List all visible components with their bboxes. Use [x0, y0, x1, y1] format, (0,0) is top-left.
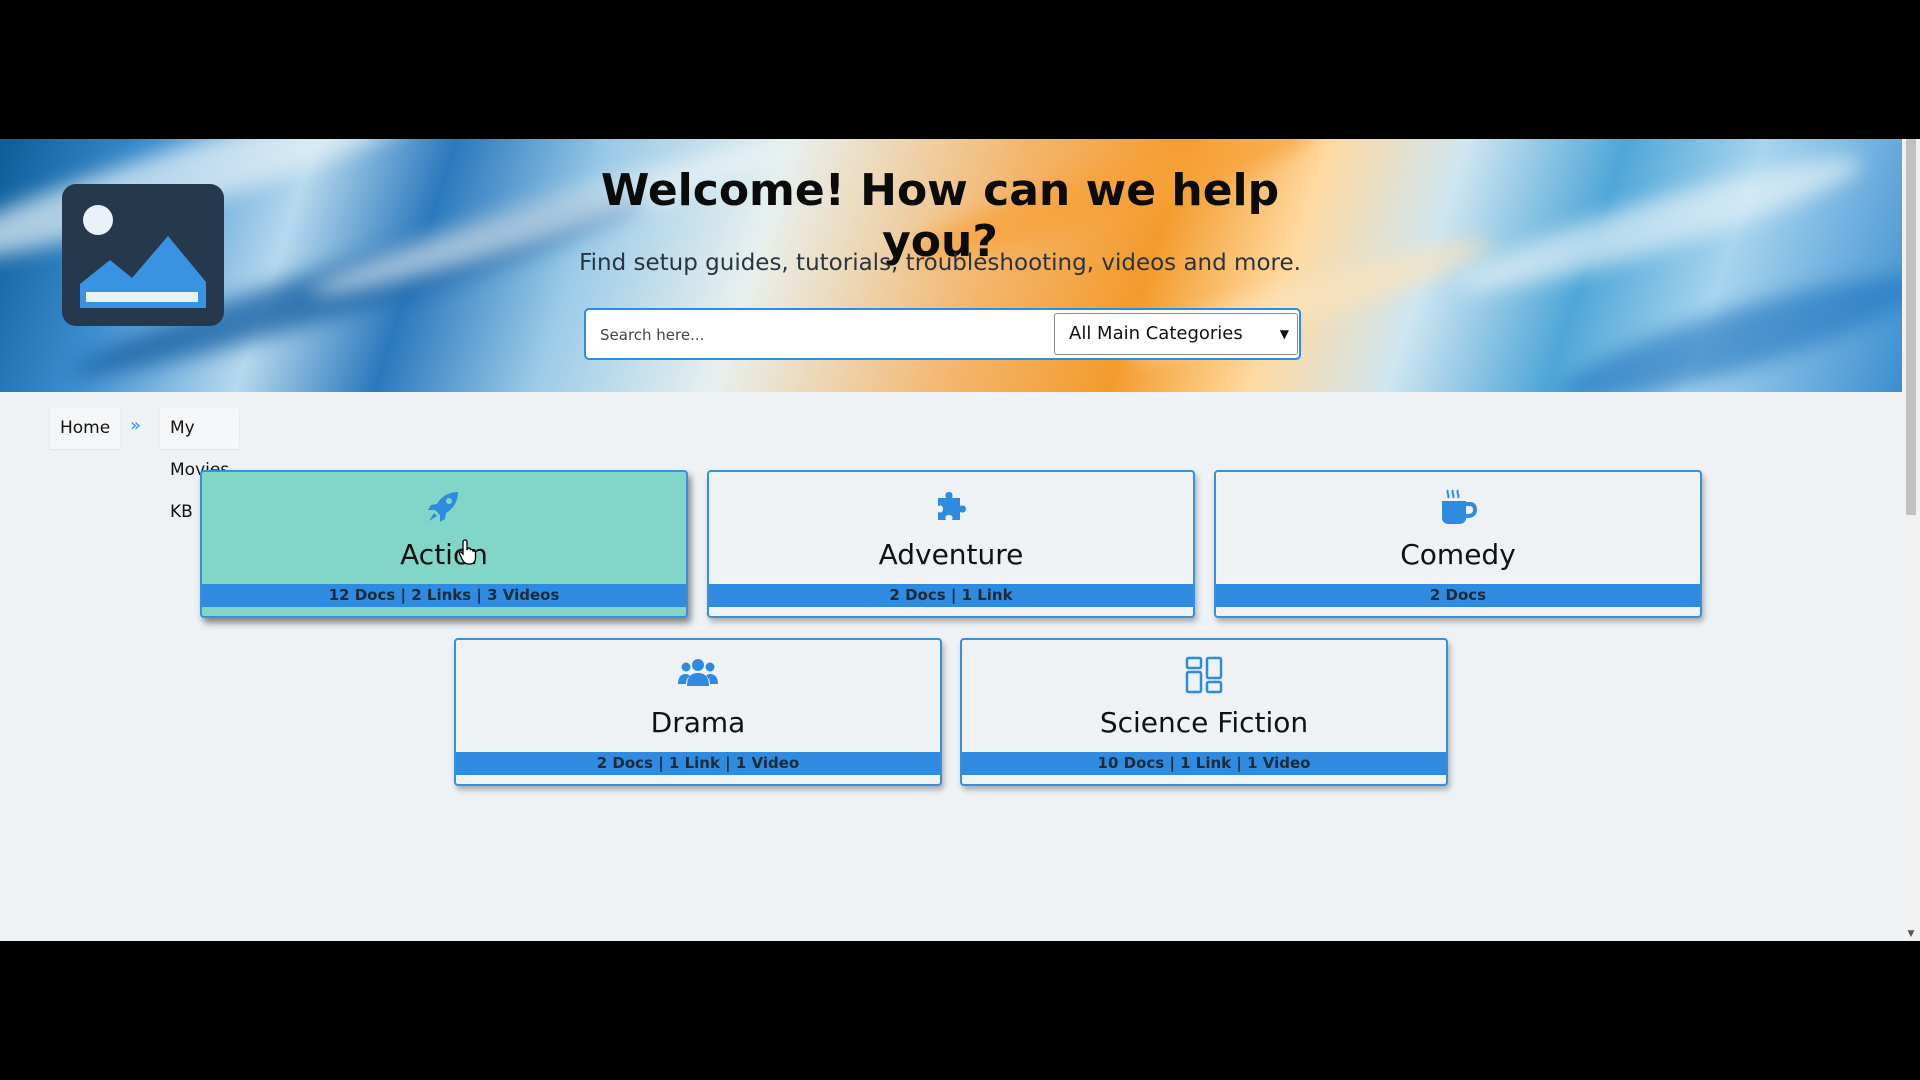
coffee-cup-icon [1442, 489, 1478, 524]
rocket-icon [428, 492, 458, 522]
dashboard-grid-icon [1185, 656, 1223, 694]
category-card-title: Action [400, 538, 488, 571]
category-card-action[interactable]: Action 12 Docs | 2 Links | 3 Videos [200, 470, 688, 618]
image-placeholder-icon [80, 205, 206, 308]
category-card-title: Adventure [878, 538, 1024, 571]
category-card-title: Drama [650, 706, 746, 739]
browser-viewport: Welcome! How can we help you? Find setup… [0, 139, 1920, 941]
search-input[interactable] [598, 318, 1032, 352]
hero-banner: Welcome! How can we help you? Find setup… [0, 139, 1902, 392]
category-card-stats: 10 Docs | 1 Link | 1 Video [962, 752, 1446, 775]
site-logo[interactable] [62, 184, 224, 326]
category-card-adventure[interactable]: Adventure 2 Docs | 1 Link [707, 470, 1195, 618]
breadcrumb-separator-icon: » [130, 415, 142, 436]
category-card-stats: 2 Docs | 1 Link | 1 Video [456, 752, 940, 775]
category-card-drama[interactable]: Drama 2 Docs | 1 Link | 1 Video [454, 638, 942, 786]
category-card-science-fiction[interactable]: Science Fiction 10 Docs | 1 Link | 1 Vid… [960, 638, 1448, 786]
category-card-title: Science Fiction [1099, 706, 1309, 739]
search-bar: All Main Categories ▼ [584, 308, 1301, 360]
category-select-value: All Main Categories [1069, 323, 1243, 344]
category-select[interactable]: All Main Categories ▼ [1054, 313, 1298, 355]
category-card-comedy[interactable]: Comedy 2 Docs [1214, 470, 1702, 618]
category-card-stats: 2 Docs [1216, 584, 1700, 607]
puzzle-icon [938, 492, 966, 520]
breadcrumb-current[interactable]: My Movies KB [160, 407, 240, 522]
scrollbar-thumb[interactable] [1906, 139, 1916, 515]
vertical-scrollbar[interactable]: ▼ [1902, 139, 1920, 941]
users-icon [678, 659, 718, 686]
scroll-down-arrow-icon[interactable]: ▼ [1906, 929, 1916, 941]
breadcrumb-home[interactable]: Home [50, 407, 121, 449]
hero-subtitle: Find setup guides, tutorials, troublesho… [579, 250, 1301, 276]
category-card-stats: 2 Docs | 1 Link [709, 584, 1193, 607]
category-card-title: Comedy [1400, 538, 1516, 571]
chevron-down-icon: ▼ [1279, 327, 1289, 341]
category-card-stats: 12 Docs | 2 Links | 3 Videos [202, 584, 686, 607]
